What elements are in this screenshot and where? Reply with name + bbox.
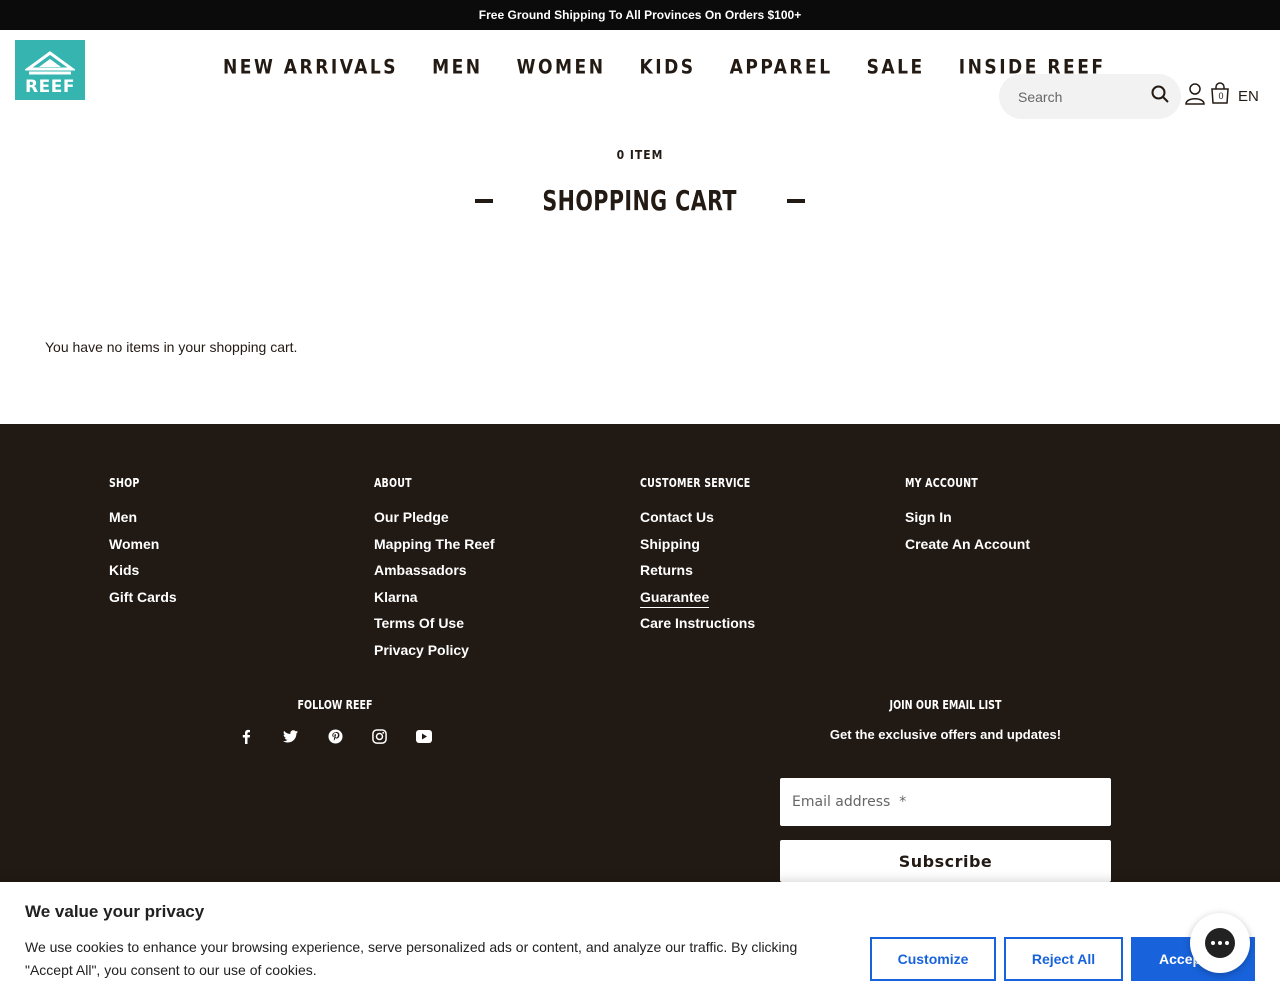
twitter-icon[interactable] xyxy=(283,728,299,744)
footer-link-contact-us[interactable]: Contact Us xyxy=(640,509,714,525)
pinterest-icon[interactable] xyxy=(327,728,343,744)
title-dash-left xyxy=(475,198,494,203)
newsletter-section: JOIN OUR EMAIL LIST Get the exclusive of… xyxy=(780,698,1111,882)
cart-title-row: SHOPPING CART xyxy=(0,184,1280,217)
footer-link-privacy-policy[interactable]: Privacy Policy xyxy=(374,642,469,658)
reject-all-button[interactable]: Reject All xyxy=(1004,937,1123,981)
sandal-logo-icon xyxy=(25,51,75,75)
instagram-icon[interactable] xyxy=(372,728,388,744)
announcement-text: Free Ground Shipping To All Provinces On… xyxy=(478,8,802,22)
youtube-icon[interactable] xyxy=(416,728,432,744)
nav-men[interactable]: MEN xyxy=(432,55,483,78)
nav-sale[interactable]: SALE xyxy=(867,55,925,78)
footer-link-our-pledge[interactable]: Our Pledge xyxy=(374,509,449,525)
footer-link-ambassadors[interactable]: Ambassadors xyxy=(374,562,467,578)
chat-bubble-icon xyxy=(1205,928,1235,958)
subscribe-button[interactable]: Subscribe xyxy=(780,840,1111,882)
cart-count: 0 xyxy=(1218,91,1224,101)
footer-link-guarantee[interactable]: Guarantee xyxy=(640,588,710,608)
search-input[interactable] xyxy=(1018,88,1151,105)
logo-text: REEF xyxy=(25,77,75,97)
email-field-wrapper xyxy=(780,778,1111,826)
search-icon[interactable] xyxy=(1151,85,1169,108)
cookie-text: We use cookies to enhance your browsing … xyxy=(25,939,798,978)
footer-heading-about: ABOUT xyxy=(374,476,412,490)
cart-header: 0 ITEM SHOPPING CART xyxy=(0,148,1280,217)
nav-women[interactable]: WOMEN xyxy=(517,55,606,78)
follow-heading: FOLLOW REEF xyxy=(297,698,373,712)
nav-kids[interactable]: KIDS xyxy=(640,55,696,78)
footer-col-customer-service: CUSTOMER SERVICE Contact Us Shipping Ret… xyxy=(640,476,766,637)
main-nav: NEW ARRIVALS MEN WOMEN KIDS APPAREL SALE… xyxy=(223,55,1106,78)
customize-button[interactable]: Customize xyxy=(870,937,996,981)
footer-link-men[interactable]: Men xyxy=(109,509,137,525)
footer-link-shipping[interactable]: Shipping xyxy=(640,536,700,552)
newsletter-subtext: Get the exclusive offers and updates! xyxy=(829,727,1062,742)
footer-link-gift-cards[interactable]: Gift Cards xyxy=(109,589,177,605)
cookie-banner: We value your privacy We use cookies to … xyxy=(0,882,1280,1000)
social-links xyxy=(230,728,440,744)
chat-widget-button[interactable] xyxy=(1190,913,1250,973)
page-title: SHOPPING CART xyxy=(542,184,738,217)
cookie-title: We value your privacy xyxy=(25,902,205,921)
footer-col-my-account: MY ACCOUNT Sign In Create An Account xyxy=(905,476,1030,557)
footer-link-returns[interactable]: Returns xyxy=(640,562,693,578)
footer-link-kids[interactable]: Kids xyxy=(109,562,139,578)
footer-col-about: ABOUT Our Pledge Mapping The Reef Ambass… xyxy=(374,476,495,664)
language-selector[interactable]: EN xyxy=(1238,88,1259,105)
cart-item-count: 0 ITEM xyxy=(616,148,664,162)
announcement-bar: Free Ground Shipping To All Provinces On… xyxy=(0,0,1280,30)
email-field[interactable] xyxy=(792,794,1099,810)
nav-apparel[interactable]: APPAREL xyxy=(730,55,833,78)
footer-link-care-instructions[interactable]: Care Instructions xyxy=(640,615,755,631)
footer-link-mapping-the-reef[interactable]: Mapping The Reef xyxy=(374,536,495,552)
footer-link-create-account[interactable]: Create An Account xyxy=(905,536,1030,552)
footer-heading-customer-service: CUSTOMER SERVICE xyxy=(640,476,751,490)
empty-cart-message: You have no items in your shopping cart. xyxy=(45,339,298,355)
user-icon[interactable] xyxy=(1185,83,1205,110)
search-box xyxy=(999,74,1181,119)
follow-section: FOLLOW REEF xyxy=(230,698,440,744)
reef-logo[interactable]: REEF xyxy=(15,40,85,100)
newsletter-heading: JOIN OUR EMAIL LIST xyxy=(889,698,1002,712)
title-dash-right xyxy=(786,198,805,203)
footer-link-sign-in[interactable]: Sign In xyxy=(905,509,952,525)
site-header: REEF NEW ARRIVALS MEN WOMEN KIDS APPAREL… xyxy=(0,30,1280,119)
nav-new-arrivals[interactable]: NEW ARRIVALS xyxy=(223,55,398,78)
facebook-icon[interactable] xyxy=(238,728,254,744)
footer-heading-shop: SHOP xyxy=(109,476,140,490)
footer-link-women[interactable]: Women xyxy=(109,536,159,552)
footer-link-klarna[interactable]: Klarna xyxy=(374,589,418,605)
footer-heading-my-account: MY ACCOUNT xyxy=(905,476,978,490)
footer-col-shop: SHOP Men Women Kids Gift Cards xyxy=(109,476,177,610)
footer-link-terms-of-use[interactable]: Terms Of Use xyxy=(374,615,464,631)
